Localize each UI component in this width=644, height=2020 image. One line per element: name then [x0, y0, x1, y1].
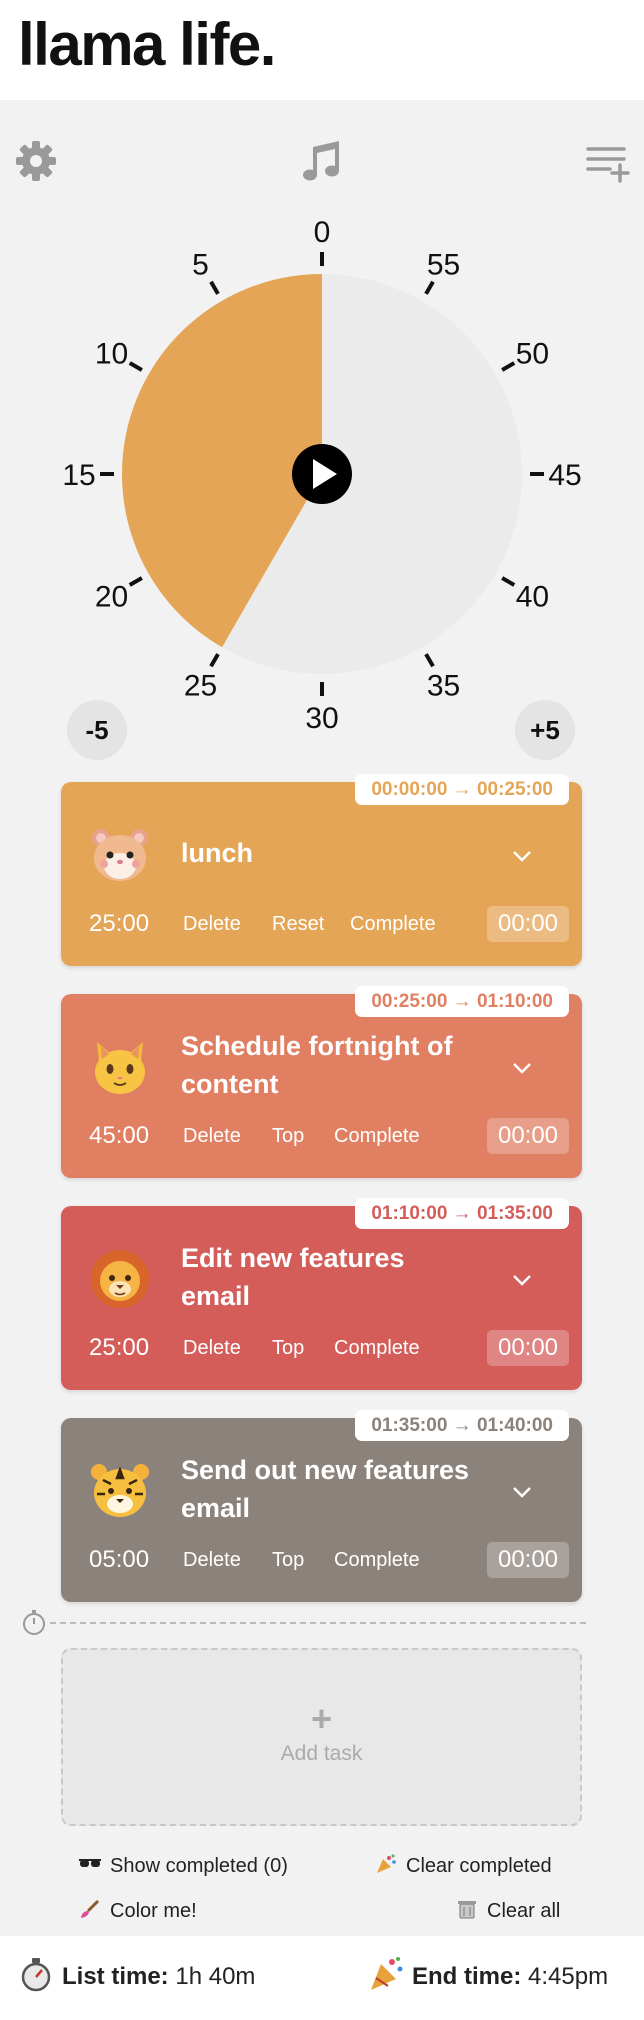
- delete-button[interactable]: Delete: [183, 1542, 241, 1578]
- complete-button[interactable]: Complete: [334, 1330, 420, 1366]
- delete-button[interactable]: Delete: [183, 1118, 241, 1154]
- complete-button[interactable]: Complete: [334, 1542, 420, 1578]
- dial-tick: [424, 653, 435, 668]
- add-list-icon[interactable]: [584, 137, 632, 185]
- color-me-link[interactable]: Color me!: [78, 1899, 197, 1923]
- task-time-range: 01:10:00 → 01:35:00: [355, 1198, 569, 1229]
- dial-label: 5: [192, 249, 209, 282]
- stopwatch-icon: [23, 1610, 45, 1635]
- task-card[interactable]: 01:10:00 → 01:35:00 Edit new features em…: [61, 1198, 582, 1390]
- chevron-down-icon[interactable]: [512, 850, 532, 862]
- task-card[interactable]: 01:35:00 → 01:40:00 Send out new feature…: [61, 1410, 582, 1602]
- dial-tick: [128, 361, 143, 372]
- delete-button[interactable]: Delete: [183, 1330, 241, 1366]
- clear-all-label: Clear all: [487, 1900, 561, 1922]
- top-button[interactable]: Top: [272, 1330, 304, 1366]
- task-duration[interactable]: 25:00: [89, 1330, 149, 1366]
- task-time-range: 00:00:00 → 00:25:00: [355, 774, 569, 805]
- task-name[interactable]: Send out new features email: [181, 1451, 481, 1527]
- add-task-label: Add task: [280, 1742, 363, 1765]
- dial-tick: [424, 280, 435, 295]
- plus-five-button[interactable]: +5: [515, 700, 575, 760]
- chevron-down-icon[interactable]: [512, 1486, 532, 1498]
- task-actions: 05:00 Delete Top Complete 00:00: [89, 1542, 569, 1578]
- task-duration[interactable]: 45:00: [89, 1118, 149, 1154]
- trash-icon: [458, 1901, 476, 1919]
- list-time-value: 1h 40m: [175, 1963, 256, 1990]
- gear-icon[interactable]: [12, 137, 60, 185]
- clear-completed-label: Clear completed: [406, 1855, 552, 1877]
- task-actions: 45:00 Delete Top Complete 00:00: [89, 1118, 569, 1154]
- color-me-label: Color me!: [110, 1900, 197, 1922]
- dial-label: 45: [548, 459, 581, 492]
- app-logo: llama life.: [18, 11, 276, 78]
- task-card[interactable]: 00:25:00 → 01:10:00 Schedule fortnight o…: [61, 986, 582, 1178]
- task-name[interactable]: Schedule fortnight of content: [181, 1027, 481, 1103]
- dial-tick: [209, 653, 220, 668]
- end-time-value: 4:45pm: [528, 1963, 609, 1990]
- stopwatch-icon: [21, 1958, 51, 1992]
- cat-emoji: [95, 1042, 145, 1094]
- delete-button[interactable]: Delete: [183, 906, 241, 942]
- task-time-range: 01:35:00 → 01:40:00: [355, 1410, 569, 1441]
- chevron-down-icon[interactable]: [512, 1062, 532, 1074]
- list-divider: [50, 1622, 586, 1624]
- dial-tick: [128, 576, 143, 587]
- paintbrush-icon: [81, 1899, 100, 1918]
- top-button[interactable]: Top: [272, 1118, 304, 1154]
- task-card[interactable]: 00:00:00 → 00:25:00 lunch 25:00 Delete R…: [61, 774, 582, 966]
- dial-label: 15: [62, 459, 95, 492]
- dial-label: 30: [305, 702, 338, 735]
- dial-label: 40: [516, 581, 549, 614]
- add-task-button[interactable]: + Add task: [61, 1648, 582, 1826]
- party-popper-icon: [371, 1957, 403, 1990]
- complete-button[interactable]: Complete: [334, 1118, 420, 1154]
- summary-bar: List time: 1h 40m End time: 4:45pm: [0, 1936, 644, 2020]
- end-time-label: End time:: [412, 1963, 522, 1990]
- minus-five-button[interactable]: -5: [67, 700, 127, 760]
- dial-tick: [209, 280, 220, 295]
- hamster-emoji: [92, 829, 148, 881]
- task-actions: 25:00 Delete Top Complete 00:00: [89, 1330, 569, 1366]
- list-time-label: List time:: [62, 1963, 169, 1990]
- music-note-icon[interactable]: [297, 137, 345, 185]
- dial-label: 25: [184, 669, 217, 702]
- task-elapsed-timer[interactable]: 00:00: [487, 906, 569, 942]
- end-time: End time: 4:45pm: [368, 1956, 608, 1997]
- chevron-down-icon[interactable]: [512, 1274, 532, 1286]
- complete-button[interactable]: Complete: [350, 906, 436, 942]
- task-duration[interactable]: 25:00: [89, 906, 149, 942]
- task-name[interactable]: lunch: [181, 834, 481, 872]
- top-button[interactable]: Top: [272, 1542, 304, 1578]
- dial-label: 50: [516, 338, 549, 371]
- task-name[interactable]: Edit new features email: [181, 1239, 481, 1315]
- plus-icon: +: [310, 1698, 333, 1739]
- task-elapsed-timer[interactable]: 00:00: [487, 1330, 569, 1366]
- dial-label: 35: [427, 669, 460, 702]
- dial-tick: [501, 576, 516, 587]
- sunglasses-icon: [79, 1859, 101, 1867]
- party-popper-icon: [377, 1854, 396, 1873]
- dial-label: 10: [95, 338, 128, 371]
- task-time-range: 00:25:00 → 01:10:00: [355, 986, 569, 1017]
- task-elapsed-timer[interactable]: 00:00: [487, 1118, 569, 1154]
- task-elapsed-timer[interactable]: 00:00: [487, 1542, 569, 1578]
- dial-tick: [501, 361, 516, 372]
- show-completed-link[interactable]: Show completed (0): [78, 1854, 288, 1878]
- list-time: List time: 1h 40m: [18, 1956, 255, 1997]
- dial-label: 55: [427, 249, 460, 282]
- play-button[interactable]: [292, 444, 352, 504]
- tiger-emoji: [91, 1464, 149, 1517]
- show-completed-label: Show completed (0): [110, 1855, 288, 1877]
- reset-button[interactable]: Reset: [272, 906, 324, 942]
- dial-label: 20: [95, 581, 128, 614]
- clear-all-link[interactable]: Clear all: [455, 1899, 560, 1923]
- dial-label: 0: [314, 216, 331, 249]
- task-actions: 25:00 Delete Reset Complete 00:00: [89, 906, 569, 942]
- timer-dial[interactable]: 0 5 10 15 20 25 30 35 40 45 50 55: [0, 200, 644, 760]
- clear-completed-link[interactable]: Clear completed: [374, 1854, 552, 1878]
- task-duration[interactable]: 05:00: [89, 1542, 149, 1578]
- lion-emoji: [91, 1250, 149, 1308]
- header: llama life.: [0, 0, 644, 100]
